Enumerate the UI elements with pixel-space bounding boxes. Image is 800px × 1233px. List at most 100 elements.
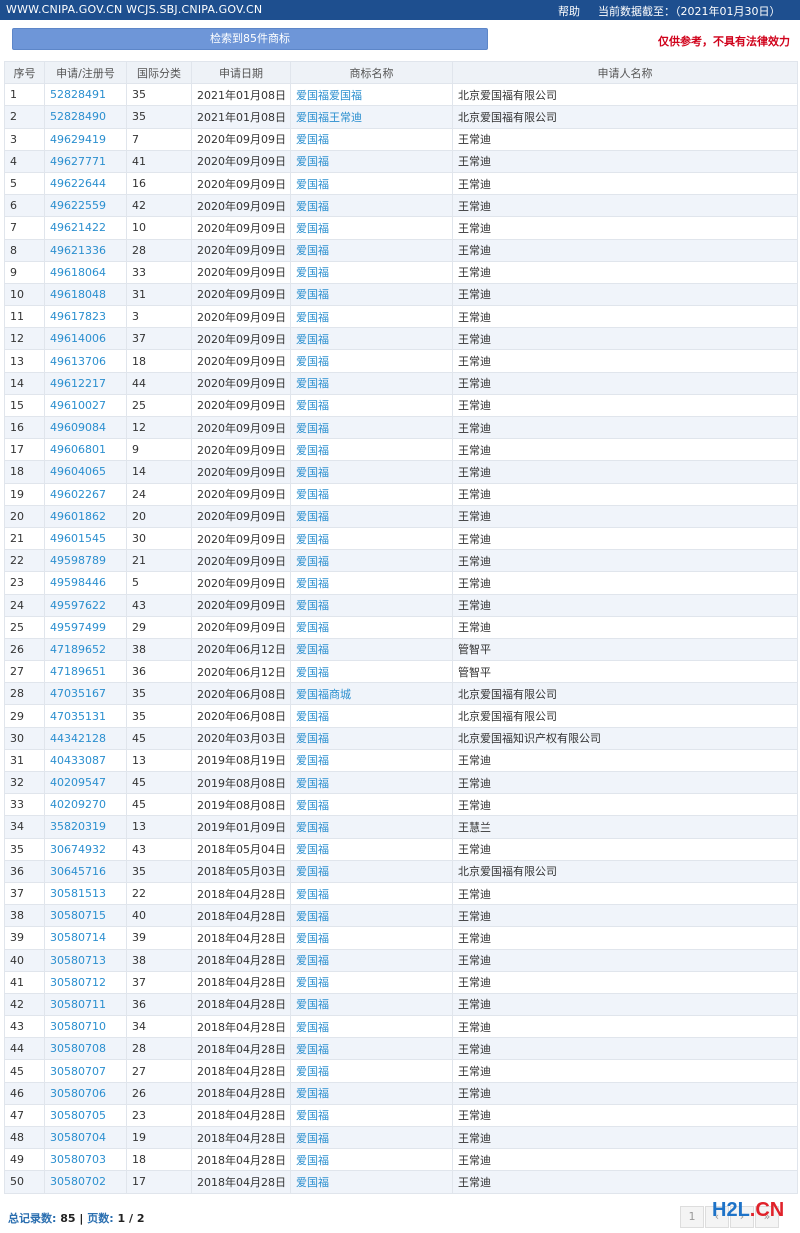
trademark-name[interactable]: 爱国福 (290, 260, 453, 284)
trademark-name[interactable]: 爱国福 (290, 1125, 453, 1150)
application-number[interactable]: 47189652 (44, 637, 127, 662)
trademark-name[interactable]: 爱国福 (290, 881, 453, 906)
application-number[interactable]: 49618048 (44, 282, 127, 307)
application-number[interactable]: 40209547 (44, 770, 127, 795)
trademark-name[interactable]: 爱国福 (290, 637, 453, 662)
trademark-name[interactable]: 爱国福 (290, 1103, 453, 1128)
trademark-name[interactable]: 爱国福 (290, 770, 453, 795)
application-number[interactable]: 30580703 (44, 1148, 127, 1172)
application-number[interactable]: 49614006 (44, 327, 127, 351)
trademark-name[interactable]: 爱国福 (290, 859, 453, 883)
application-number[interactable]: 35820319 (44, 815, 127, 839)
trademark-name[interactable]: 爱国福 (290, 992, 453, 1017)
application-number[interactable]: 47189651 (44, 660, 127, 684)
trademark-name[interactable]: 爱国福 (290, 926, 453, 950)
application-number[interactable]: 49629419 (44, 127, 127, 151)
application-number[interactable]: 49597499 (44, 615, 127, 639)
application-number[interactable]: 30645716 (44, 859, 127, 883)
application-number[interactable]: 47035131 (44, 704, 127, 728)
application-number[interactable]: 40209270 (44, 793, 127, 817)
application-number[interactable]: 30581513 (44, 881, 127, 906)
trademark-name[interactable]: 爱国福 (290, 393, 453, 418)
trademark-name[interactable]: 爱国福 (290, 837, 453, 861)
trademark-name[interactable]: 爱国福 (290, 704, 453, 728)
trademark-name[interactable]: 爱国福 (290, 571, 453, 595)
trademark-name[interactable]: 爱国福 (290, 415, 453, 440)
trademark-name[interactable]: 爱国福 (290, 726, 453, 750)
trademark-name[interactable]: 爱国福 (290, 1059, 453, 1083)
trademark-name[interactable]: 爱国福 (290, 793, 453, 817)
application-number[interactable]: 49598446 (44, 571, 127, 595)
application-number[interactable]: 30580712 (44, 970, 127, 994)
trademark-name[interactable]: 爱国福 (290, 748, 453, 773)
application-number[interactable]: 49604065 (44, 460, 127, 484)
application-number[interactable]: 30580702 (44, 1170, 127, 1194)
trademark-name[interactable]: 爱国福 (290, 1170, 453, 1194)
trademark-name[interactable]: 爱国福爱国福 (290, 83, 453, 107)
application-number[interactable]: 30580705 (44, 1103, 127, 1128)
application-number[interactable]: 49622559 (44, 194, 127, 218)
trademark-name[interactable]: 爱国福 (290, 504, 453, 528)
trademark-name[interactable]: 爱国福王常迪 (290, 105, 453, 129)
application-number[interactable]: 30580713 (44, 948, 127, 972)
application-number[interactable]: 49602267 (44, 482, 127, 506)
application-number[interactable]: 44342128 (44, 726, 127, 750)
application-number[interactable]: 49609084 (44, 415, 127, 440)
application-number[interactable]: 49601862 (44, 504, 127, 528)
application-number[interactable]: 49613706 (44, 349, 127, 373)
trademark-name[interactable]: 爱国福 (290, 327, 453, 351)
trademark-name[interactable]: 爱国福 (290, 349, 453, 373)
trademark-name[interactable]: 爱国福 (290, 371, 453, 395)
trademark-name[interactable]: 爱国福 (290, 482, 453, 506)
application-number[interactable]: 49598789 (44, 549, 127, 573)
application-number[interactable]: 47035167 (44, 682, 127, 706)
application-number[interactable]: 49621336 (44, 238, 127, 262)
search-result-button[interactable]: 检索到85件商标 (12, 28, 488, 50)
application-number[interactable]: 30580711 (44, 992, 127, 1017)
application-number[interactable]: 49618064 (44, 260, 127, 284)
application-number[interactable]: 49621422 (44, 216, 127, 240)
application-number[interactable]: 52828491 (44, 83, 127, 107)
trademark-name[interactable]: 爱国福 (290, 1037, 453, 1061)
trademark-name[interactable]: 爱国福 (290, 526, 453, 551)
trademark-name[interactable]: 爱国福 (290, 238, 453, 262)
trademark-name[interactable]: 爱国福 (290, 615, 453, 639)
trademark-name[interactable]: 爱国福 (290, 904, 453, 928)
application-number[interactable]: 30580715 (44, 904, 127, 928)
application-number[interactable]: 40433087 (44, 748, 127, 773)
trademark-name[interactable]: 爱国福 (290, 815, 453, 839)
trademark-name[interactable]: 爱国福 (290, 1081, 453, 1105)
trademark-name[interactable]: 爱国福 (290, 593, 453, 617)
trademark-name[interactable]: 爱国福 (290, 549, 453, 573)
application-number[interactable]: 49601545 (44, 526, 127, 551)
application-number[interactable]: 30580706 (44, 1081, 127, 1105)
trademark-name[interactable]: 爱国福 (290, 660, 453, 684)
application-number[interactable]: 49627771 (44, 149, 127, 173)
application-number[interactable]: 49622644 (44, 171, 127, 196)
trademark-name[interactable]: 爱国福 (290, 438, 453, 462)
trademark-name[interactable]: 爱国福 (290, 1015, 453, 1039)
page-1-button[interactable]: 1 (680, 1206, 704, 1228)
trademark-name[interactable]: 爱国福 (290, 948, 453, 972)
trademark-name[interactable]: 爱国福 (290, 305, 453, 329)
application-number[interactable]: 49617823 (44, 305, 127, 329)
trademark-name[interactable]: 爱国福 (290, 171, 453, 196)
application-number[interactable]: 30580710 (44, 1015, 127, 1039)
application-number[interactable]: 49610027 (44, 393, 127, 418)
trademark-name[interactable]: 爱国福 (290, 149, 453, 173)
trademark-name[interactable]: 爱国福 (290, 127, 453, 151)
help-link[interactable]: 帮助 (558, 3, 580, 19)
application-number[interactable]: 30674932 (44, 837, 127, 861)
application-number[interactable]: 52828490 (44, 105, 127, 129)
application-number[interactable]: 30580714 (44, 926, 127, 950)
application-number[interactable]: 49597622 (44, 593, 127, 617)
trademark-name[interactable]: 爱国福 (290, 282, 453, 307)
application-number[interactable]: 49606801 (44, 438, 127, 462)
trademark-name[interactable]: 爱国福 (290, 1148, 453, 1172)
application-number[interactable]: 30580708 (44, 1037, 127, 1061)
trademark-name[interactable]: 爱国福 (290, 216, 453, 240)
trademark-name[interactable]: 爱国福商城 (290, 682, 453, 706)
application-number[interactable]: 30580704 (44, 1125, 127, 1150)
trademark-name[interactable]: 爱国福 (290, 460, 453, 484)
application-number[interactable]: 49612217 (44, 371, 127, 395)
